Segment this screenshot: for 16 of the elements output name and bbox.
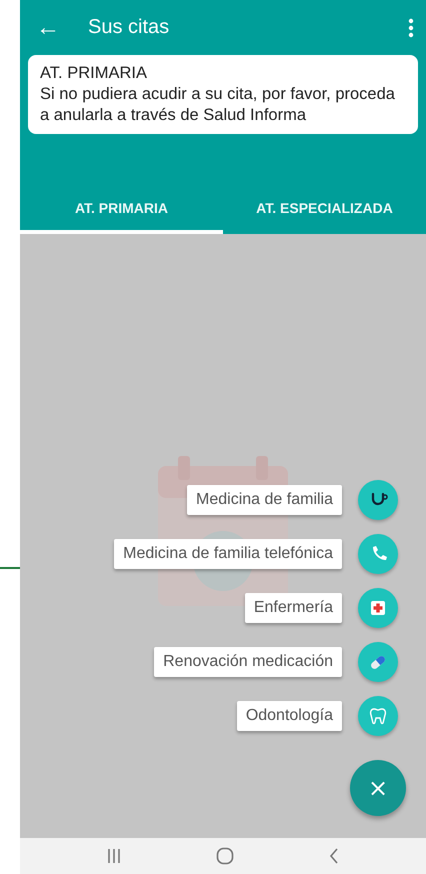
action-label[interactable]: Odontología [236, 701, 342, 731]
screen-title: Sus citas [88, 16, 170, 39]
action-label[interactable]: Renovación medicación [154, 647, 342, 677]
action-label[interactable]: Enfermería [244, 593, 342, 623]
action-button[interactable] [358, 588, 398, 628]
action-label[interactable]: Medicina de familia [187, 485, 342, 515]
action-button[interactable] [358, 642, 398, 682]
more-options-icon[interactable] [408, 18, 414, 38]
action-label[interactable]: Medicina de familia telefónica [114, 539, 342, 569]
back-icon[interactable] [328, 848, 339, 864]
close-button[interactable]: × [350, 760, 406, 816]
recent-apps-icon[interactable] [107, 848, 122, 864]
notice-title: AT. PRIMARIA [40, 63, 148, 84]
action-button[interactable] [358, 480, 398, 520]
home-icon[interactable] [216, 847, 234, 865]
notice-message: Si no pudiera acudir a su cita, por favor, proceda a anularla a través de Salud Informa [40, 84, 396, 126]
